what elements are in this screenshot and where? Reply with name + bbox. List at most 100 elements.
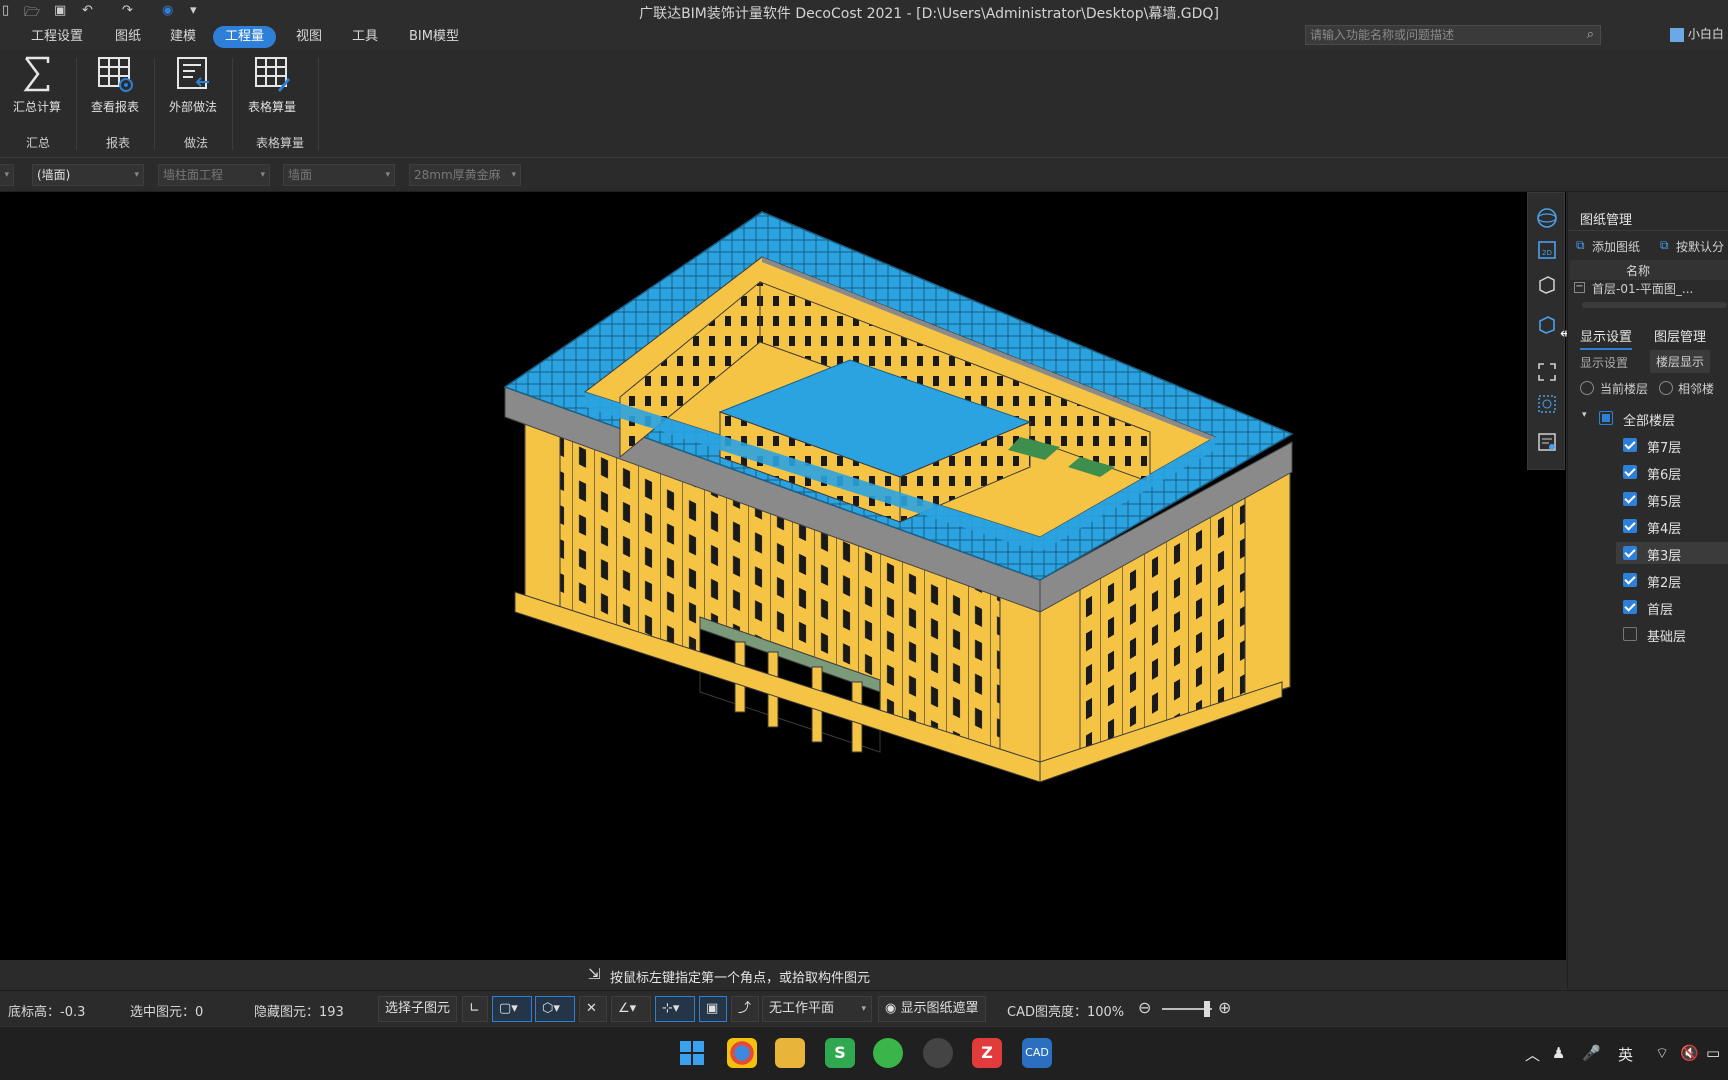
floor-label: 第3层: [1647, 549, 1682, 564]
spreadsheet-icon[interactable]: S: [825, 1038, 855, 1068]
all-floors-checkbox[interactable]: [1599, 411, 1613, 425]
3d-viewport[interactable]: [0, 192, 1566, 960]
tray-chevron-icon[interactable]: ︿: [1525, 1044, 1540, 1065]
view-report-label: 查看报表: [90, 100, 139, 114]
zoom-out-icon[interactable]: ⊖: [1138, 998, 1151, 1017]
floor-checkbox[interactable]: [1623, 573, 1637, 587]
cad-brightness: CAD图亮度：100%: [1007, 1005, 1125, 1020]
cad-app-icon[interactable]: CAD: [1022, 1038, 1052, 1068]
all-floors-label: 全部楼层: [1623, 414, 1676, 429]
ribbon-divider: [232, 58, 233, 150]
battery-icon[interactable]: ▭: [1706, 1044, 1720, 1062]
work-plane-dropdown[interactable]: 无工作平面 ▾: [762, 996, 872, 1022]
summary-calc-button[interactable]: 汇总计算: [2, 54, 72, 124]
current-floor-radio[interactable]: [1580, 381, 1594, 395]
menu-quantities[interactable]: 工程量: [213, 26, 277, 48]
floor-checkbox[interactable]: [1623, 546, 1637, 560]
slider-handle[interactable]: [1204, 1001, 1210, 1017]
floor-dropdown[interactable]: ▾: [0, 164, 14, 186]
3d-box-icon[interactable]: [1536, 273, 1558, 295]
wechat-icon[interactable]: [873, 1038, 903, 1068]
floor-checkbox[interactable]: [1623, 627, 1637, 641]
material-dropdown[interactable]: 28mm厚黄金麻 ▾: [409, 164, 521, 186]
group-method: 做法: [183, 136, 208, 150]
current-floor-label: 当前楼层: [1600, 382, 1649, 396]
view-report-button[interactable]: 查看报表: [80, 54, 150, 124]
menu-modeling[interactable]: 建模: [158, 26, 208, 48]
project-category-dropdown[interactable]: 墙柱面工程 ▾: [158, 164, 270, 186]
split-icon[interactable]: ⧉: [1660, 238, 1669, 253]
zoom-in-icon[interactable]: ⊕: [1218, 998, 1231, 1017]
component-type-dropdown[interactable]: (墙面) ▾: [32, 164, 144, 186]
ribbon-divider: [318, 58, 319, 150]
dimension-icon[interactable]: ⊹▾: [655, 996, 695, 1022]
ime-indicator[interactable]: 英: [1618, 1044, 1633, 1065]
table-calc-icon: [255, 57, 290, 92]
view-cube-icon[interactable]: [1536, 313, 1558, 335]
tray-app-icon[interactable]: ♟: [1552, 1044, 1565, 1062]
floor-checkbox[interactable]: [1623, 465, 1637, 479]
microphone-icon[interactable]: 🎤: [1582, 1044, 1601, 1062]
app-icon[interactable]: [923, 1038, 953, 1068]
adjacent-floor-radio[interactable]: [1659, 381, 1673, 395]
menu-view[interactable]: 视图: [284, 26, 334, 48]
angle-icon[interactable]: ∠▾: [611, 996, 651, 1022]
menu-project-settings[interactable]: 工程设置: [19, 26, 95, 48]
component-dropdown[interactable]: 墙面 ▾: [283, 164, 395, 186]
snap-box-icon[interactable]: ▢▾: [492, 996, 532, 1022]
summary-calc-label: 汇总计算: [12, 100, 61, 114]
table-calc-button[interactable]: 表格算量: [237, 54, 307, 124]
menu-tools[interactable]: 工具: [340, 26, 390, 48]
cross-icon[interactable]: ✕: [579, 996, 607, 1022]
user-account[interactable]: 小白白: [1670, 25, 1724, 42]
subtab-floor-display[interactable]: 楼层显示: [1650, 350, 1711, 373]
floor-checkbox[interactable]: [1623, 600, 1637, 614]
component-toolbar: ▾ (墙面) ▾ 墙柱面工程 ▾ 墙面 ▾ 28mm厚黄金麻 ▾: [0, 158, 1728, 192]
expand-arrow-icon[interactable]: ▾: [1582, 410, 1587, 420]
floor-label: 第6层: [1647, 468, 1682, 483]
building-model[interactable]: [0, 192, 1566, 960]
curve-icon[interactable]: ⤴: [731, 996, 759, 1022]
add-drawing-icon[interactable]: ⧉: [1576, 238, 1585, 253]
tab-layer-manager[interactable]: 图层管理: [1654, 326, 1706, 345]
file-explorer-icon[interactable]: [775, 1038, 805, 1068]
menu-drawings[interactable]: 图纸: [103, 26, 153, 48]
chrome-icon[interactable]: [727, 1038, 757, 1068]
default-split-button[interactable]: 按默认分: [1676, 238, 1724, 255]
drawing-item[interactable]: 首层-01-平面图_...: [1592, 280, 1693, 297]
external-method-button[interactable]: 外部做法: [158, 54, 228, 124]
orbit-icon[interactable]: [1536, 207, 1558, 229]
floor-label: 第4层: [1647, 522, 1682, 537]
floor-checkbox[interactable]: [1623, 519, 1637, 533]
external-method-label: 外部做法: [168, 100, 217, 114]
2d-view-icon[interactable]: 2D: [1536, 239, 1558, 261]
wifi-icon[interactable]: ⌔: [1655, 1044, 1669, 1063]
hidden-count: 隐藏图元：193: [254, 1005, 344, 1020]
select-child-button[interactable]: 选择子图元: [378, 996, 458, 1022]
windows-start-icon[interactable]: [677, 1038, 707, 1068]
function-search-input[interactable]: 请输入功能名称或问题描述 ⌕: [1305, 25, 1601, 45]
properties-icon[interactable]: [1536, 431, 1558, 453]
report-view-icon: [98, 57, 133, 92]
show-mask-toggle[interactable]: ◉ 显示图纸遮罩: [878, 996, 986, 1022]
3d-snap-icon[interactable]: ⬡▾: [535, 996, 575, 1022]
z-app-icon[interactable]: Z: [972, 1038, 1002, 1068]
select-box-icon[interactable]: [1536, 393, 1558, 415]
subtab-display-settings[interactable]: 显示设置: [1580, 354, 1628, 371]
collapse-icon[interactable]: −: [1574, 282, 1585, 293]
orthogonal-icon[interactable]: ∟: [462, 996, 488, 1022]
base-elevation: 底标高：-0.3: [8, 1005, 86, 1020]
search-icon[interactable]: ⌕: [1587, 26, 1594, 44]
ribbon-divider: [76, 58, 77, 150]
volume-icon[interactable]: 🔇: [1680, 1044, 1699, 1062]
pick-cursor-icon: ⇲: [588, 965, 601, 983]
add-drawing-button[interactable]: 添加图纸: [1592, 238, 1640, 255]
floor-checkbox[interactable]: [1623, 438, 1637, 452]
floor-label: 首层: [1647, 603, 1674, 618]
fit-screen-icon[interactable]: [1536, 361, 1558, 383]
tab-display-settings[interactable]: 显示设置: [1580, 326, 1633, 350]
menu-bim-model[interactable]: BIM模型: [397, 26, 471, 48]
layer-snap-icon[interactable]: ▣: [699, 996, 727, 1022]
horizontal-scrollbar[interactable]: [1582, 302, 1727, 308]
floor-checkbox[interactable]: [1623, 492, 1637, 506]
